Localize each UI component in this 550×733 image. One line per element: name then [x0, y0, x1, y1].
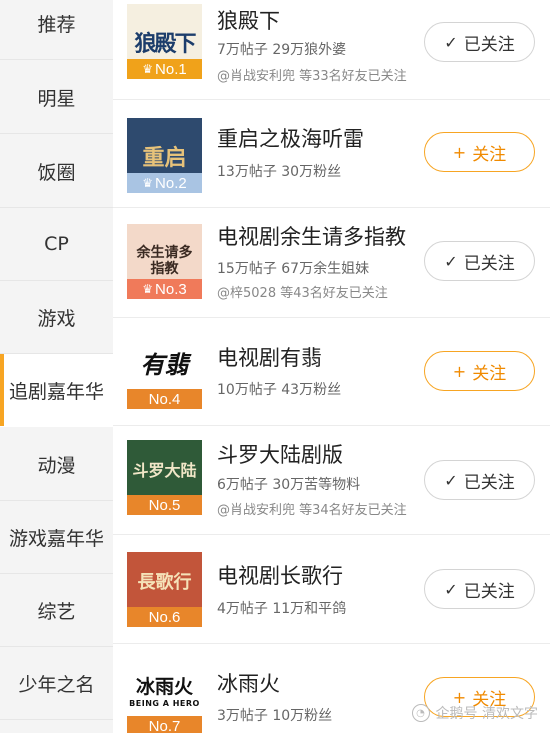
rank-badge: ♛ No.2: [127, 173, 202, 193]
list-item[interactable]: 重启 ♛ No.2 重启之极海听雷 13万帖子 30万粉丝 + 关注: [113, 100, 550, 208]
sidebar-item-stars[interactable]: 明星: [0, 61, 113, 134]
topic-stats: 4万帖子 11万和平鸽: [217, 601, 347, 617]
follow-button[interactable]: + 关注: [424, 351, 535, 391]
sidebar-item-fandom[interactable]: 饭圈: [0, 135, 113, 208]
check-icon: ✓: [444, 579, 458, 599]
rank-badge: ♛ No.1: [127, 59, 202, 79]
topic-title: 冰雨火: [217, 672, 280, 696]
cover-image: 余生请多指教 ♛ No.3: [127, 224, 202, 299]
plus-icon: +: [452, 142, 467, 162]
sidebar-item-cp[interactable]: CP: [0, 208, 113, 281]
check-icon: ✓: [444, 470, 458, 490]
sidebar-item-label: 综艺: [37, 600, 76, 623]
sidebar-item-label: 少年之名: [18, 673, 95, 696]
plus-icon: +: [452, 361, 467, 381]
sidebar-item-label: 追剧嘉年华: [8, 380, 104, 403]
list-item[interactable]: 長歌行 No.6 电视剧长歌行 4万帖子 11万和平鸽 ✓ 已关注: [113, 535, 550, 644]
topic-title: 狼殿下: [217, 9, 280, 33]
crown-icon: ♛: [142, 62, 154, 76]
followed-button[interactable]: ✓ 已关注: [424, 460, 535, 500]
watermark: ◔ 企鹅号 清欢文字: [411, 703, 538, 723]
followed-button[interactable]: ✓ 已关注: [424, 241, 535, 281]
crown-icon: ♛: [142, 176, 154, 190]
friends-followed: @梓5028 等43名好友已关注: [217, 286, 388, 301]
list-item[interactable]: 有翡 No.4 电视剧有翡 10万帖子 43万粉丝 + 关注: [113, 318, 550, 426]
topic-title: 电视剧余生请多指教: [217, 225, 406, 249]
rank-badge: No.4: [127, 389, 202, 409]
check-icon: ✓: [444, 251, 458, 271]
cover-image: 斗罗大陆 No.5: [127, 440, 202, 515]
crown-icon: ♛: [142, 282, 154, 296]
sidebar-item-label: CP: [44, 233, 69, 255]
topic-stats: 6万帖子 30万苦等物料: [217, 477, 361, 493]
category-sidebar: 推荐 明星 饭圈 CP 游戏 追剧嘉年华 动漫 游戏嘉年华 综艺 少年之名: [0, 0, 113, 733]
sidebar-item-youth[interactable]: 少年之名: [0, 647, 113, 720]
rank-badge: ♛ No.3: [127, 279, 202, 299]
sidebar-item-label: 推荐: [37, 13, 76, 36]
cover-image: 狼殿下 ♛ No.1: [127, 4, 202, 79]
topic-title: 电视剧长歌行: [217, 564, 343, 588]
cover-image: 長歌行 No.6: [127, 552, 202, 627]
rank-badge: No.5: [127, 495, 202, 515]
list-item[interactable]: 狼殿下 ♛ No.1 狼殿下 7万帖子 29万狼外婆 @肖战安利兜 等33名好友已…: [113, 0, 550, 100]
followed-button[interactable]: ✓ 已关注: [424, 22, 535, 62]
cover-image: 重启 ♛ No.2: [127, 118, 202, 193]
cover-image: 有翡 No.4: [127, 334, 202, 409]
supertopic-list: 狼殿下 ♛ No.1 狼殿下 7万帖子 29万狼外婆 @肖战安利兜 等33名好友已…: [113, 0, 550, 733]
friends-followed: @肖战安利兜 等33名好友已关注: [217, 69, 407, 84]
cover-image: 冰雨火 BEING A HERO No.7: [127, 661, 202, 733]
topic-title: 电视剧有翡: [217, 346, 322, 370]
list-item[interactable]: 斗罗大陆 No.5 斗罗大陆剧版 6万帖子 30万苦等物料 @肖战安利兜 等34…: [113, 426, 550, 535]
sidebar-item-label: 游戏嘉年华: [8, 527, 104, 550]
rank-badge: No.6: [127, 607, 202, 627]
list-item[interactable]: 余生请多指教 ♛ No.3 电视剧余生请多指教 15万帖子 67万余生姐妹 @梓5…: [113, 208, 550, 318]
follow-button[interactable]: + 关注: [424, 132, 535, 172]
sidebar-item-label: 动漫: [37, 454, 76, 477]
topic-title: 斗罗大陆剧版: [217, 443, 343, 467]
followed-button[interactable]: ✓ 已关注: [424, 569, 535, 609]
penguin-icon: ◔: [411, 704, 430, 722]
sidebar-item-drama-carnival[interactable]: 追剧嘉年华: [0, 354, 113, 427]
sidebar-item-recommend[interactable]: 推荐: [0, 0, 113, 60]
topic-stats: 3万帖子 10万粉丝: [217, 708, 333, 724]
sidebar-item-anime[interactable]: 动漫: [0, 428, 113, 501]
sidebar-item-label: 游戏: [37, 307, 76, 330]
topic-stats: 10万帖子 43万粉丝: [217, 382, 342, 398]
sidebar-item-label: 饭圈: [37, 161, 76, 184]
sidebar-item-game-carnival[interactable]: 游戏嘉年华: [0, 501, 113, 574]
sidebar-item-label: 明星: [37, 87, 76, 110]
check-icon: ✓: [444, 32, 458, 52]
friends-followed: @肖战安利兜 等34名好友已关注: [217, 503, 407, 518]
topic-stats: 7万帖子 29万狼外婆: [217, 42, 347, 58]
sidebar-item-variety[interactable]: 综艺: [0, 574, 113, 647]
sidebar-item-games[interactable]: 游戏: [0, 281, 113, 354]
rank-badge: No.7: [127, 716, 202, 733]
topic-title: 重启之极海听雷: [217, 127, 364, 151]
topic-stats: 15万帖子 67万余生姐妹: [217, 261, 370, 277]
topic-stats: 13万帖子 30万粉丝: [217, 164, 342, 180]
